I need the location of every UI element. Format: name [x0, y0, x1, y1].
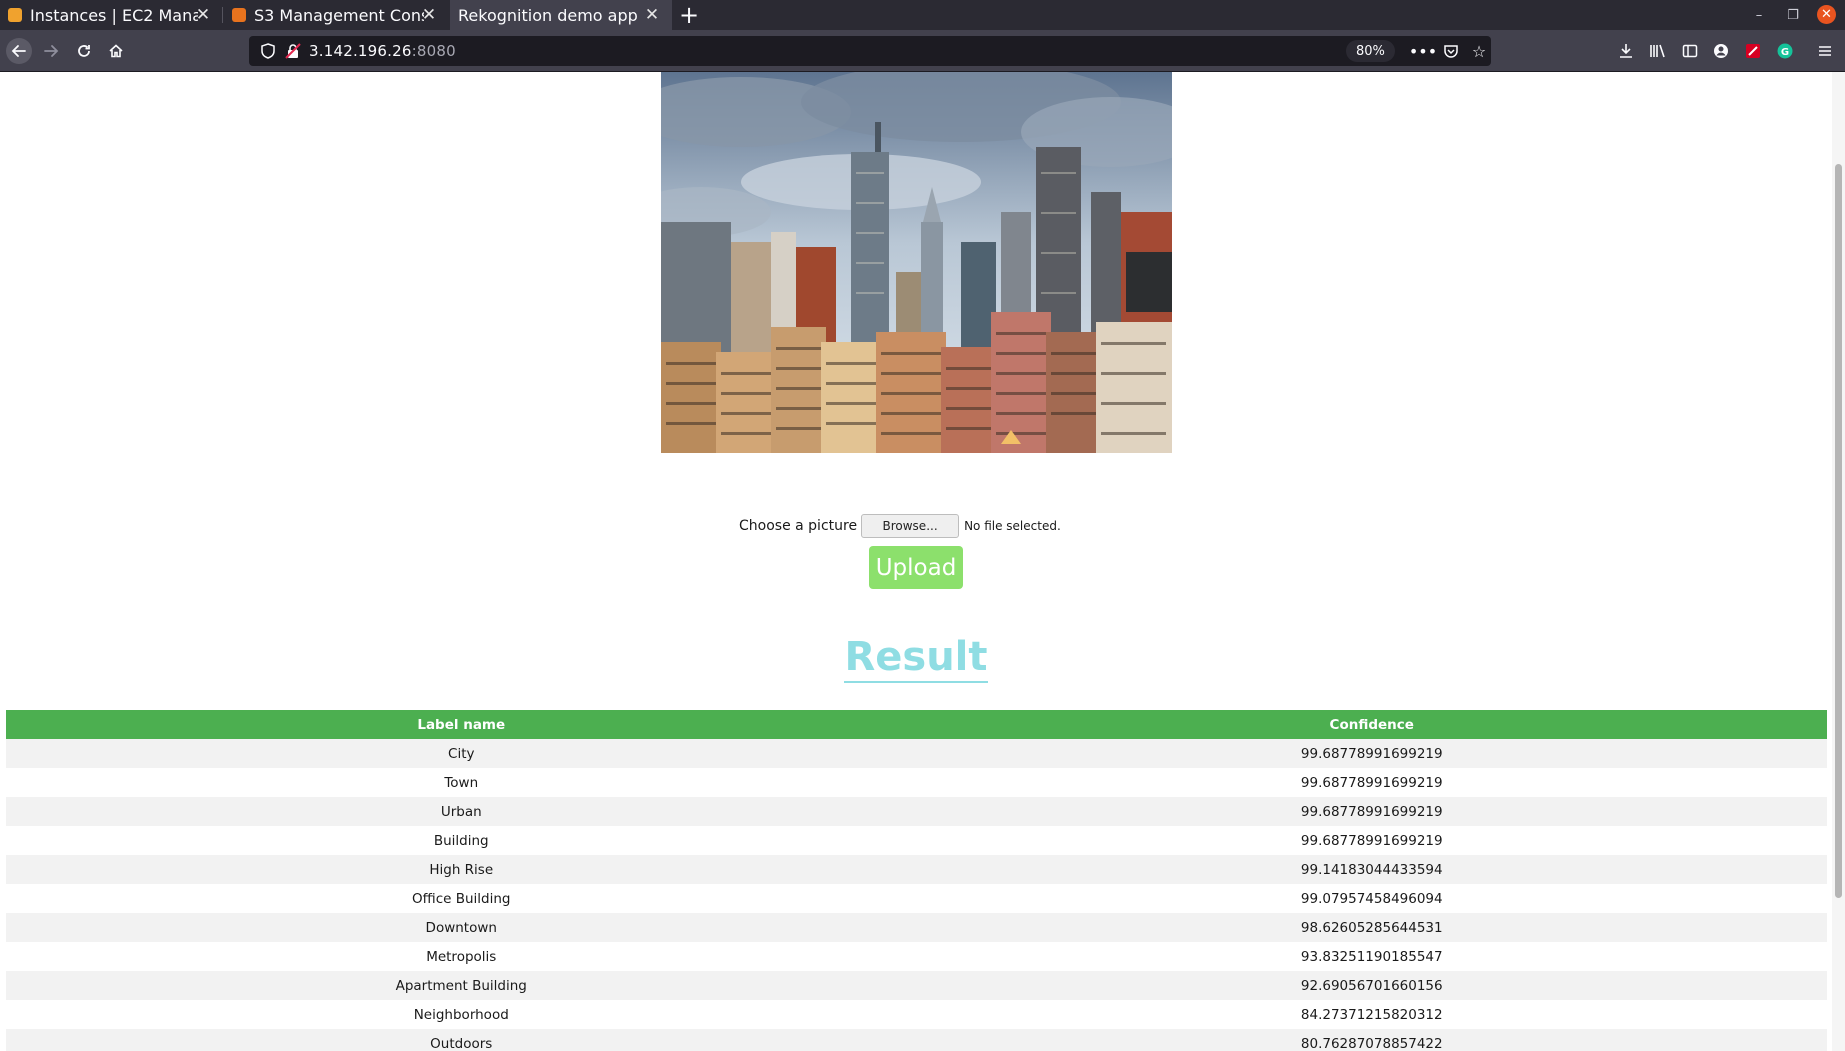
- label-name-cell: Office Building: [412, 890, 511, 907]
- navigation-toolbar: 3.142.196.26:8080 80% ••• ☆ G: [0, 30, 1845, 72]
- labels-table: Label name Confidence City 99.68778991699…: [6, 710, 1827, 1051]
- table-row: Office Building 99.07957458496094: [6, 884, 1827, 913]
- label-name-cell: Neighborhood: [413, 1006, 509, 1023]
- close-tab-icon[interactable]: ✕: [193, 5, 213, 25]
- confidence-cell: 99.68778991699219: [916, 797, 1827, 826]
- table-row: Urban 99.68778991699219: [6, 797, 1827, 826]
- label-name-cell: Metropolis: [426, 948, 497, 965]
- pocket-icon[interactable]: [1441, 41, 1461, 61]
- forward-arrow-icon: [44, 45, 59, 57]
- insecure-lock-icon: [285, 43, 301, 59]
- table-row: Outdoors 80.76287078857422: [6, 1029, 1827, 1051]
- library-icon[interactable]: [1647, 40, 1669, 62]
- label-name-cell: Downtown: [6, 913, 917, 942]
- url-text[interactable]: 3.142.196.26:8080: [309, 42, 456, 60]
- confidence-cell: 99.68778991699219: [1300, 774, 1443, 791]
- confidence-cell: 93.83251190185547: [1300, 948, 1443, 965]
- scrollbar-thumb[interactable]: [1835, 164, 1842, 898]
- column-header-confidence: Confidence: [916, 710, 1827, 739]
- page-content: Choose a picture Browse... No file selec…: [0, 72, 1832, 1051]
- label-name-cell: City: [6, 739, 917, 768]
- address-bar[interactable]: 3.142.196.26:8080 80% ••• ☆: [249, 36, 1491, 66]
- tab-title: Instances | EC2 Management Console: [30, 5, 198, 25]
- page-scrollbar[interactable]: [1832, 72, 1845, 1051]
- column-header-label-name: Label name: [6, 710, 917, 739]
- aws-icon: [8, 8, 22, 22]
- choose-picture-label: Choose a picture: [739, 518, 858, 534]
- label-name-cell: Apartment Building: [6, 971, 917, 1000]
- result-heading: Result: [844, 634, 988, 683]
- confidence-cell: 92.69056701660156: [916, 971, 1827, 1000]
- browse-button[interactable]: Browse...: [861, 514, 960, 538]
- label-name-cell: Outdoors: [6, 1029, 917, 1051]
- table-row: Apartment Building 92.69056701660156: [6, 971, 1827, 1000]
- table-row: Downtown 98.62605285644531: [6, 913, 1827, 942]
- menu-icon[interactable]: [1814, 40, 1836, 62]
- reload-button[interactable]: [71, 38, 97, 64]
- account-icon[interactable]: [1710, 40, 1732, 62]
- file-status-text: No file selected.: [964, 519, 1061, 533]
- confidence-cell: 80.76287078857422: [916, 1029, 1827, 1051]
- svg-text:G: G: [1781, 47, 1789, 58]
- tab-ec2[interactable]: Instances | EC2 Management Console ✕: [0, 0, 223, 30]
- label-name-cell: Urban: [6, 797, 917, 826]
- tracking-shield-icon: [261, 43, 275, 59]
- confidence-cell: 99.14183044433594: [916, 855, 1827, 884]
- city-skyline-image: [661, 72, 1172, 453]
- bookmark-star-icon[interactable]: ☆: [1469, 41, 1489, 61]
- table-row: City 99.68778991699219: [6, 739, 1827, 768]
- minimize-button[interactable]: –: [1748, 0, 1770, 30]
- downloads-icon[interactable]: [1615, 40, 1637, 62]
- table-row: High Rise 99.14183044433594: [6, 855, 1827, 884]
- file-chooser: Choose a picture Browse... No file selec…: [739, 514, 1061, 538]
- label-name-cell: Town: [444, 774, 479, 791]
- home-button[interactable]: [103, 38, 129, 64]
- tab-s3[interactable]: S3 Management Console ✕: [224, 0, 449, 30]
- uploaded-photo: [661, 72, 1172, 453]
- confidence-cell: 99.68778991699219: [916, 739, 1827, 768]
- table-row: Building 99.68778991699219: [6, 826, 1827, 855]
- extension-red-icon[interactable]: [1742, 40, 1764, 62]
- table-row: Town 99.68778991699219: [6, 768, 1827, 797]
- tab-strip: Instances | EC2 Management Console ✕ S3 …: [0, 0, 1845, 30]
- aws-icon: [232, 8, 246, 22]
- confidence-cell: 98.62605285644531: [916, 913, 1827, 942]
- page-actions-icon[interactable]: •••: [1409, 41, 1437, 61]
- home-icon: [109, 44, 123, 58]
- back-arrow-icon: [11, 45, 26, 57]
- upload-button[interactable]: Upload: [869, 546, 963, 589]
- label-name-cell: Building: [433, 832, 489, 849]
- table-row: Metropolis 93.83251190185547: [6, 942, 1827, 971]
- table-row: Neighborhood 84.27371215820312: [6, 1000, 1827, 1029]
- result-heading-container: Result: [0, 634, 1832, 683]
- table-header-row: Label name Confidence: [6, 710, 1827, 739]
- back-button[interactable]: [6, 38, 32, 64]
- confidence-cell: 99.68778991699219: [1300, 832, 1443, 849]
- forward-button[interactable]: [38, 38, 64, 64]
- reload-icon: [78, 45, 90, 57]
- confidence-cell: 84.27371215820312: [1300, 1006, 1443, 1023]
- tab-title: Rekognition demo app: [458, 5, 638, 25]
- tab-title: S3 Management Console: [254, 5, 424, 25]
- confidence-cell: 99.07957458496094: [1300, 890, 1443, 907]
- sidebar-icon[interactable]: [1679, 40, 1701, 62]
- zoom-level[interactable]: 80%: [1346, 40, 1395, 62]
- window-close-button[interactable]: ✕: [1817, 5, 1836, 24]
- grammarly-icon[interactable]: G: [1774, 40, 1796, 62]
- close-tab-icon[interactable]: ✕: [642, 5, 662, 25]
- close-tab-icon[interactable]: ✕: [419, 5, 439, 25]
- tab-rekognition[interactable]: Rekognition demo app ✕: [450, 0, 672, 30]
- restore-button[interactable]: ❐: [1782, 0, 1804, 30]
- new-tab-button[interactable]: +: [678, 0, 700, 30]
- label-name-cell: High Rise: [6, 855, 917, 884]
